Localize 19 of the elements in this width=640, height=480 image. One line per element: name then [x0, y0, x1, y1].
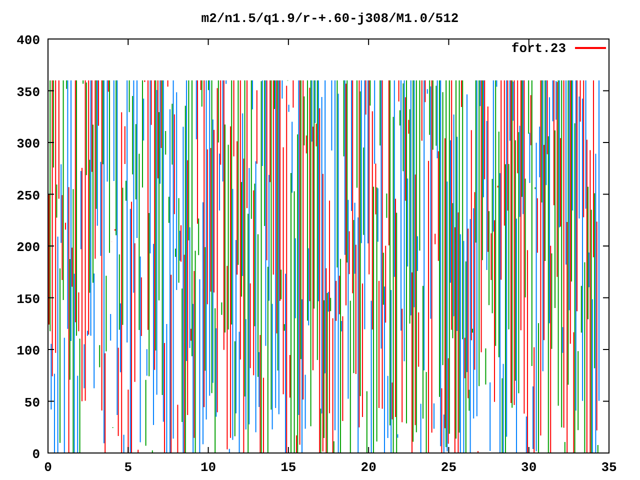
y-axis-tick-label: 300	[16, 136, 40, 152]
x-axis-tick-label: 5	[124, 460, 132, 475]
legend-label: fort.23	[511, 41, 566, 56]
y-axis-tick-label: 0	[32, 447, 40, 462]
y-axis-tick-label: 250	[16, 188, 40, 204]
y-axis-tick-label: 200	[16, 240, 40, 255]
x-axis-tick-label: 30	[521, 460, 537, 475]
x-axis-tick-label: 25	[440, 460, 457, 475]
x-axis-tick-label: 35	[601, 460, 617, 475]
y-axis-tick-label: 150	[16, 292, 40, 307]
chart-title: m2/n1.5/q1.9/r-+.60-j308/M1.0/512	[201, 11, 459, 26]
y-axis-tick-label: 350	[16, 84, 40, 100]
x-axis-tick-label: 0	[44, 460, 52, 475]
y-axis-tick-label: 100	[16, 344, 40, 358]
x-axis-tick-label: 20	[360, 460, 376, 475]
y-axis-tick-label: 50	[24, 395, 40, 410]
x-axis-tick-label: 15	[280, 460, 296, 475]
x-axis-tick-label: 10	[200, 460, 216, 475]
y-axis-tick-label: 400	[16, 33, 40, 48]
